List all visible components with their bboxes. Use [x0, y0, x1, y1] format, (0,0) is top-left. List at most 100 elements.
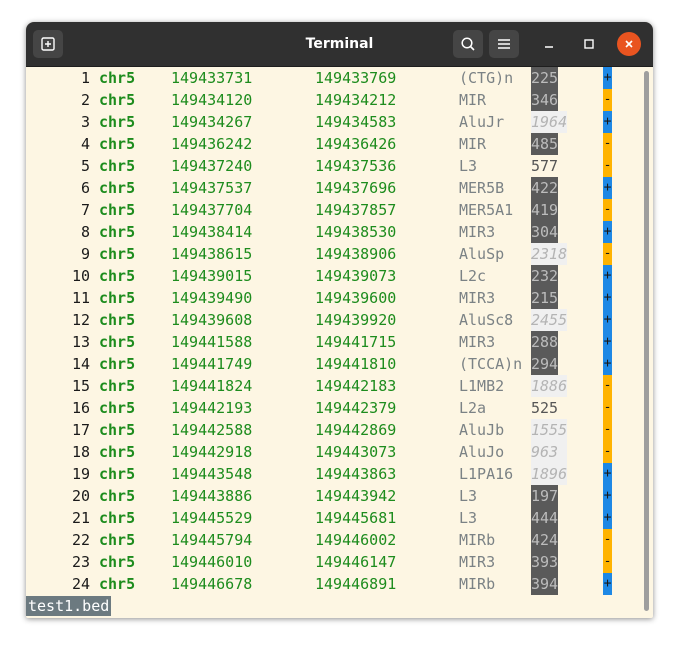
line-number: 3 [80, 113, 90, 131]
strand-cell: + [603, 353, 612, 375]
score-cell: 2455 [531, 309, 568, 331]
end-cell: 149434212 [315, 91, 397, 109]
repeat-name-cell: MER5B [459, 179, 505, 197]
chrom-cell: chr5 [99, 575, 136, 593]
table-row: 5 chr5 149437240 149437536 L3 577 - [26, 155, 646, 177]
strand-cell: - [603, 155, 612, 177]
end-cell: 149433769 [315, 69, 397, 87]
score-cell: 444 [531, 507, 559, 529]
repeat-name-cell: L1MB2 [459, 377, 505, 395]
score-cell: 422 [531, 177, 559, 199]
repeat-name-cell: MIR3 [459, 289, 496, 307]
end-cell: 149441810 [315, 355, 397, 373]
maximize-button[interactable] [577, 32, 601, 56]
search-button[interactable] [453, 30, 483, 58]
chrom-cell: chr5 [99, 157, 136, 175]
chrom-cell: chr5 [99, 333, 136, 351]
table-row: 23 chr5 149446010 149446147 MIR3 393 - [26, 551, 646, 573]
strand-cell: - [603, 419, 612, 441]
strand-cell: - [603, 529, 612, 551]
start-cell: 149443548 [171, 465, 253, 483]
chrom-cell: chr5 [99, 201, 136, 219]
chrom-cell: chr5 [99, 509, 136, 527]
strand-cell: + [603, 265, 612, 287]
terminal-output[interactable]: 1 chr5 149433731 149433769 (CTG)n 225 +2 chr5 14… [26, 67, 653, 618]
strand-cell: + [603, 331, 612, 353]
repeat-name-cell: L1PA16 [459, 465, 514, 483]
line-number: 21 [71, 509, 90, 527]
score-cell: 1886 [531, 375, 568, 397]
start-cell: 149438615 [171, 245, 253, 263]
score-cell: 1555 [531, 419, 568, 441]
chrom-cell: chr5 [99, 399, 136, 417]
end-cell: 149434583 [315, 113, 397, 131]
start-cell: 149441588 [171, 333, 253, 351]
start-cell: 149446010 [171, 553, 253, 571]
strand-cell: - [603, 441, 612, 463]
score-cell: 304 [531, 221, 559, 243]
close-button[interactable] [617, 32, 641, 56]
chrom-cell: chr5 [99, 443, 136, 461]
end-cell: 149439920 [315, 311, 397, 329]
score-cell: 225 [531, 67, 559, 89]
repeat-name-cell: L3 [459, 487, 478, 505]
repeat-name-cell: MIR3 [459, 553, 496, 571]
chrom-cell: chr5 [99, 267, 136, 285]
line-number: 13 [71, 333, 90, 351]
end-cell: 149438530 [315, 223, 397, 241]
end-cell: 149442379 [315, 399, 397, 417]
hamburger-menu-icon [498, 39, 510, 49]
table-row: 13 chr5 149441588 149441715 MIR3 288 + [26, 331, 646, 353]
chrom-cell: chr5 [99, 355, 136, 373]
start-cell: 149437537 [171, 179, 253, 197]
minimize-button[interactable] [537, 32, 561, 56]
score-cell: 485 [531, 133, 559, 155]
chrom-cell: chr5 [99, 69, 136, 87]
end-cell: 149443942 [315, 487, 397, 505]
search-icon [461, 37, 475, 51]
chrom-cell: chr5 [99, 487, 136, 505]
table-row: 24 chr5 149446678 149446891 MIRb 394 + [26, 573, 646, 595]
chrom-cell: chr5 [99, 531, 136, 549]
start-cell: 149437240 [171, 157, 253, 175]
repeat-name-cell: MIR3 [459, 333, 496, 351]
table-row: 18 chr5 149442918 149443073 AluJo 963 - [26, 441, 646, 463]
start-cell: 149434267 [171, 113, 253, 131]
table-row: 17 chr5 149442588 149442869 AluJb 1555 - [26, 419, 646, 441]
strand-cell: - [603, 243, 612, 265]
score-cell: 2318 [531, 243, 568, 265]
strand-cell: + [603, 309, 612, 331]
line-number: 11 [71, 289, 90, 307]
score-cell: 525 [531, 399, 559, 417]
end-cell: 149441715 [315, 333, 397, 351]
table-row: 20 chr5 149443886 149443942 L3 197 + [26, 485, 646, 507]
table-row: 9 chr5 149438615 149438906 AluSp 2318 - [26, 243, 646, 265]
score-cell: 577 [531, 157, 559, 175]
table-row: 21 chr5 149445529 149445681 L3 444 + [26, 507, 646, 529]
start-cell: 149436242 [171, 135, 253, 153]
line-number: 12 [71, 311, 90, 329]
repeat-name-cell: MIR [459, 135, 487, 153]
score-cell: 1896 [531, 463, 568, 485]
repeat-name-cell: MIRb [459, 531, 496, 549]
repeat-name-cell: L3 [459, 157, 478, 175]
repeat-name-cell: (TCCA)n [459, 355, 523, 373]
strand-cell: + [603, 507, 612, 529]
repeat-name-cell: AluJb [459, 421, 505, 439]
score-cell: 424 [531, 529, 559, 551]
end-cell: 149445681 [315, 509, 397, 527]
strand-cell: - [603, 89, 612, 111]
end-cell: 149438906 [315, 245, 397, 263]
start-cell: 149441749 [171, 355, 253, 373]
repeat-name-cell: MIR [459, 91, 487, 109]
line-number: 14 [71, 355, 90, 373]
vertical-scrollbar[interactable] [644, 71, 649, 611]
repeat-name-cell: AluSp [459, 245, 505, 263]
menu-button[interactable] [489, 30, 519, 58]
table-row: 14 chr5 149441749 149441810 (TCCA)n 294 + [26, 353, 646, 375]
maximize-icon [584, 39, 594, 49]
chrom-cell: chr5 [99, 135, 136, 153]
strand-cell: - [603, 551, 612, 573]
line-number: 4 [80, 135, 90, 153]
chrom-cell: chr5 [99, 245, 136, 263]
